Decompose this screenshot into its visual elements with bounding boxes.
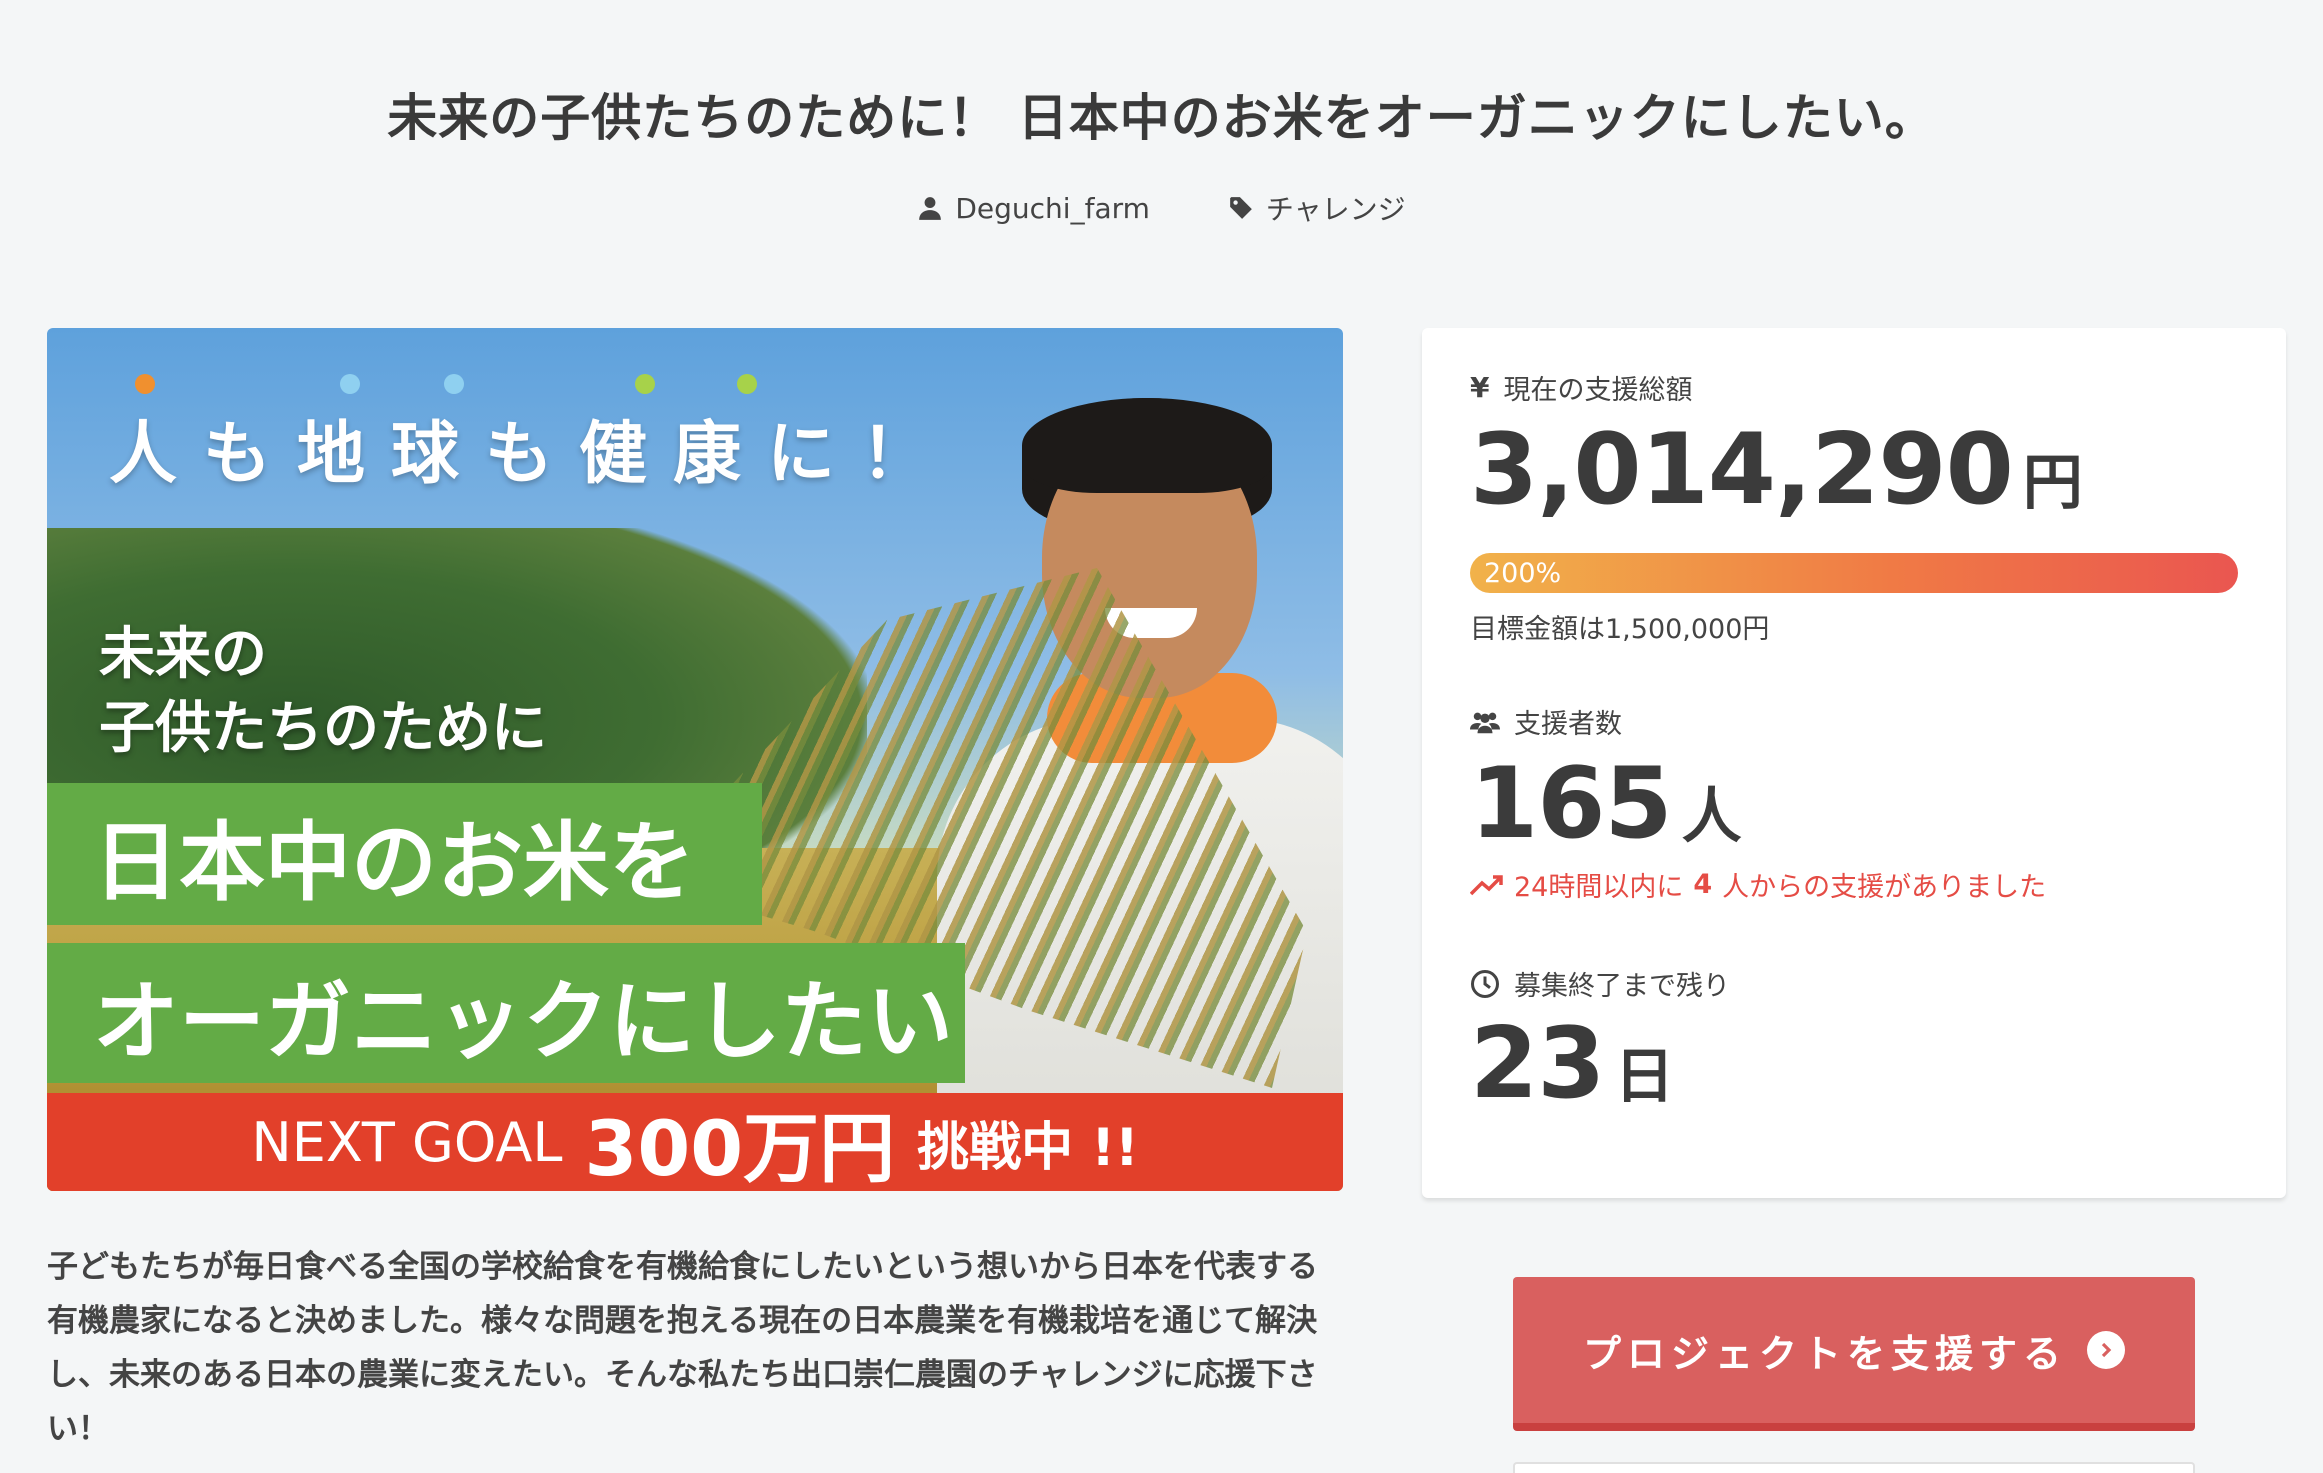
project-meta: Deguchi_farm チャレンジ — [0, 188, 2323, 228]
remaining-label: 募集終了まで残り — [1514, 971, 1730, 1002]
farmer-hair-top — [1022, 398, 1272, 493]
total-unit: 円 — [2022, 448, 2083, 518]
owner-link[interactable]: Deguchi_farm — [917, 188, 1150, 228]
hero-subtitle-line2: 子供たちのために — [99, 696, 547, 761]
supporters-row: 165 人 — [1470, 747, 2238, 861]
category-link[interactable]: チャレンジ — [1228, 188, 1406, 228]
hero-dot — [635, 374, 655, 394]
clock-icon — [1471, 969, 1499, 998]
chevron-right-icon — [2087, 1331, 2125, 1369]
hero-dot — [340, 374, 360, 394]
trend-prefix: 24時間以内に — [1514, 872, 1684, 903]
support-button-label: プロジェクトを支援する — [1582, 1331, 2067, 1376]
total-label-row: ¥ 現在の支援総額 — [1470, 368, 2238, 407]
next-section-edge — [1513, 1462, 2195, 1473]
tag-icon — [1230, 197, 1252, 219]
next-goal-amount: 300万円 — [584, 1104, 896, 1191]
goal-text: 目標金額は1,500,000円 — [1470, 614, 1770, 645]
supporters-label: 支援者数 — [1514, 709, 1622, 740]
supporters-unit: 人 — [1681, 782, 1742, 852]
progress-label: 200% — [1484, 557, 1562, 589]
trending-up-icon — [1470, 874, 1503, 895]
trend-count: 4 — [1693, 869, 1713, 900]
project-description: 子どもたちが毎日食べる全国の学校給食を有機給食にしたいという想いから日本を代表す… — [47, 1249, 1318, 1447]
hero-image: 人も地球も健康に！ 未来の 子供たちのために 日本中のお米を オーガニックにした… — [47, 328, 1343, 1191]
user-icon — [919, 197, 942, 220]
users-icon — [1470, 712, 1500, 733]
total-amount-row: 3,014,290 円 — [1470, 413, 2238, 527]
progress-bar: 200% — [1470, 553, 2238, 593]
next-goal-banner: NEXT GOAL 300万円 挑戦中 !! — [47, 1093, 1343, 1191]
next-goal-suffix: 挑戦中 !! — [917, 1117, 1139, 1178]
page-title: 未来の子供たちのために！ 日本中のお米をオーガニックにしたい。 — [387, 89, 1936, 147]
remaining-row: 23 日 — [1470, 1007, 2238, 1121]
next-goal-prefix: NEXT GOAL — [251, 1110, 563, 1174]
hero-main-line2: オーガニックにしたい — [47, 943, 965, 1083]
trend-suffix: 人からの支援がありました — [1722, 872, 2047, 903]
category-name: チャレンジ — [1265, 193, 1406, 226]
hero-main-line1: 日本中のお米を — [47, 783, 762, 925]
remaining-days: 23 — [1470, 1007, 1605, 1121]
hero-subtitle: 未来の 子供たちのために — [99, 618, 547, 766]
support-project-button[interactable]: プロジェクトを支援する — [1513, 1277, 2195, 1431]
yen-icon: ¥ — [1470, 371, 1490, 404]
hero-subtitle-line1: 未来の — [99, 622, 267, 687]
remaining-unit: 日 — [1614, 1042, 1675, 1112]
hero-dot — [737, 374, 757, 394]
hero-dot — [444, 374, 464, 394]
supporters-count: 165 — [1470, 747, 1673, 861]
stats-card: ¥ 現在の支援総額 3,014,290 円 200% 目標金額は1,500,00… — [1422, 328, 2286, 1198]
hero-catchphrase: 人も地球も健康に！ — [109, 415, 956, 494]
owner-name: Deguchi_farm — [955, 191, 1150, 225]
total-label: 現在の支援総額 — [1503, 375, 1693, 406]
recent-support-note: 24時間以内に 4 人からの支援がありました — [1470, 865, 2238, 904]
remaining-label-row: 募集終了まで残り — [1470, 964, 2238, 1003]
hero-dot — [135, 374, 155, 394]
supporters-label-row: 支援者数 — [1470, 702, 2238, 741]
total-amount: 3,014,290 — [1470, 413, 2014, 527]
